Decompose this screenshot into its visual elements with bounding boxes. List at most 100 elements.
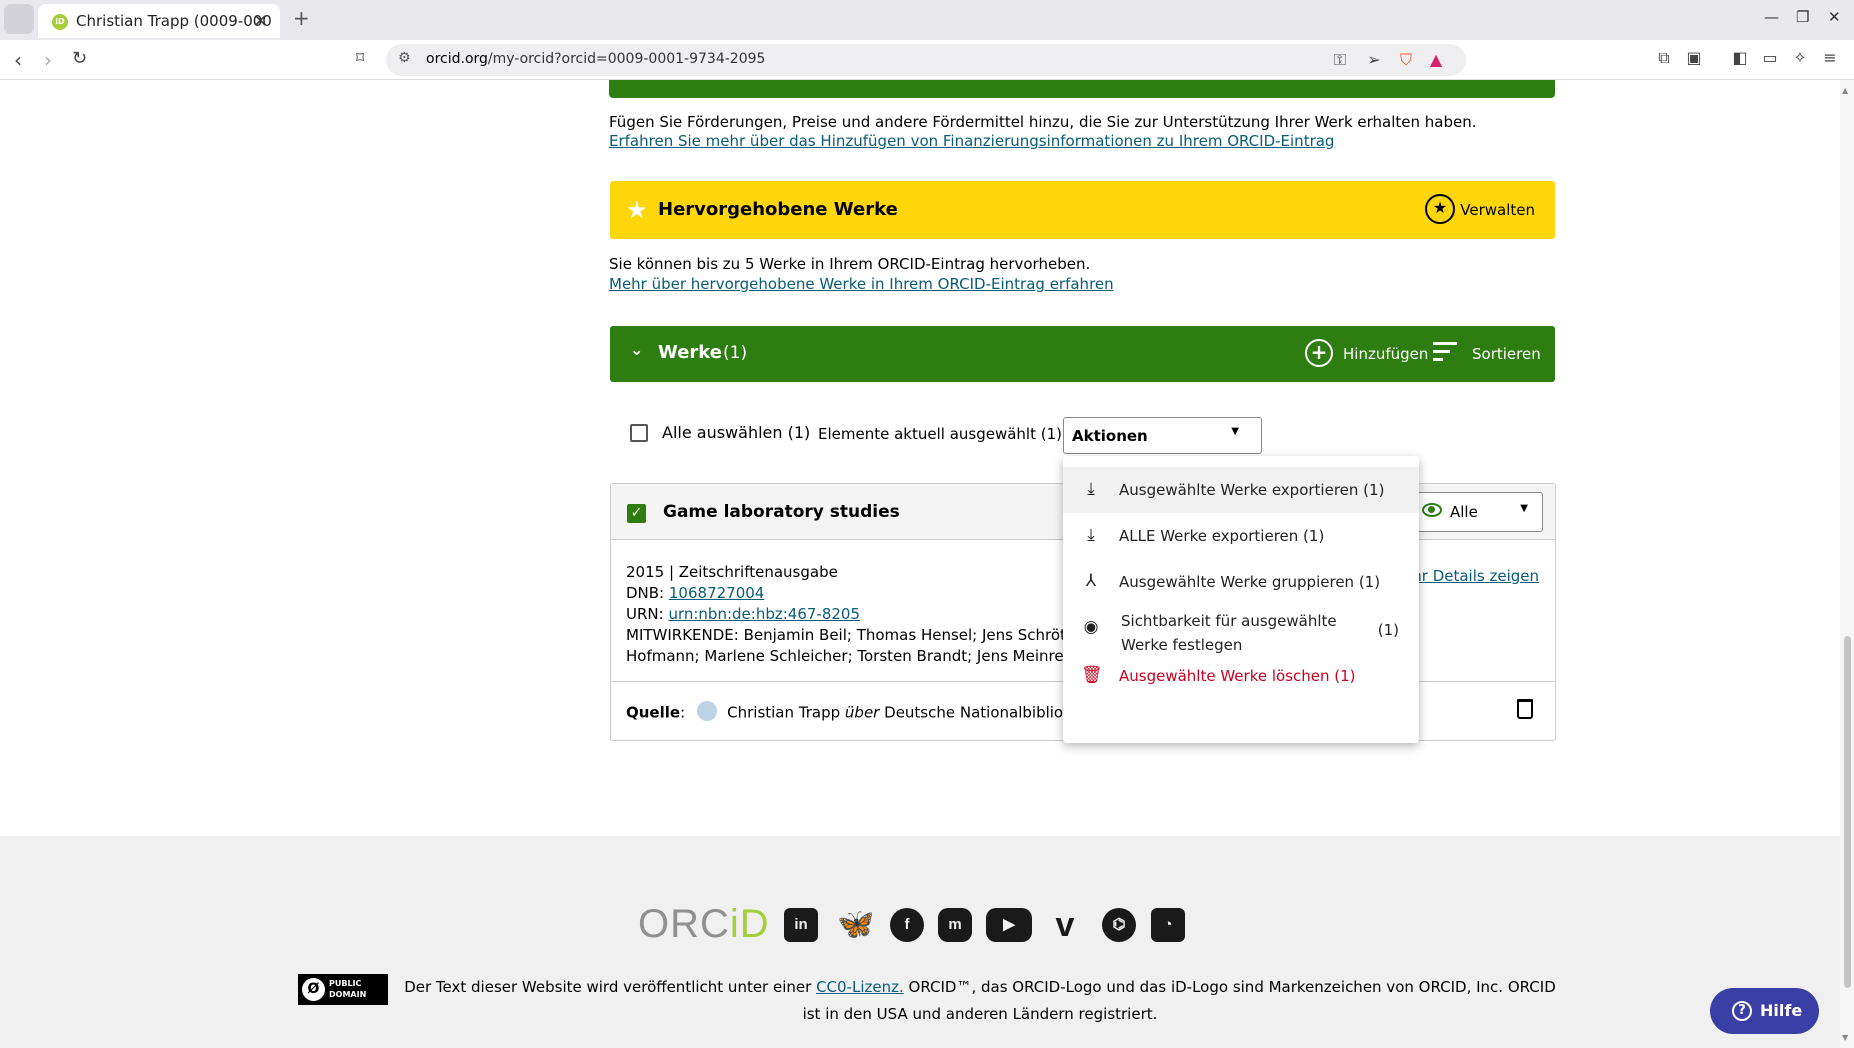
actions-dropdown[interactable]: Aktionen ▼	[1063, 417, 1262, 454]
sidebar-icon[interactable]: ◧	[1730, 48, 1750, 68]
vimeo-icon[interactable]: v	[1048, 908, 1082, 942]
show-more-details-link[interactable]: ehr Details zeigen	[1403, 567, 1539, 585]
scroll-down-icon[interactable]: ▼	[1842, 1033, 1848, 1042]
youtube-icon[interactable]: ▶	[986, 908, 1032, 942]
page-content: Fügen Sie Förderungen, Preise und andere…	[0, 80, 1840, 1048]
menu-item-export-all[interactable]: ⤓ ALLE Werke exportieren (1)	[1063, 513, 1419, 559]
eye-icon	[1422, 503, 1442, 517]
featured-works-title: Hervorgehobene Werke	[658, 199, 898, 220]
bluesky-icon[interactable]: 🦋	[837, 908, 874, 942]
extensions-icon[interactable]: ⧉	[1654, 48, 1674, 68]
restore-icon[interactable]: ❐	[1796, 8, 1809, 26]
scrollbar-thumb[interactable]	[1844, 636, 1851, 988]
selected-count-label: Elemente aktuell ausgewählt (1)	[818, 425, 1062, 443]
menu-item-set-visibility[interactable]: ◉ Sichtbarkeit für ausgewählte Werke fes…	[1063, 605, 1419, 654]
user-avatar-icon	[697, 701, 718, 721]
urn-link[interactable]: urn:nbn:de:hbz:467-8205	[668, 605, 860, 623]
reader-icon[interactable]: ▣	[1684, 48, 1704, 68]
menu-icon[interactable]: ≡	[1820, 48, 1840, 68]
work-title: Game laboratory studies	[663, 502, 900, 522]
linkedin-icon[interactable]: in	[784, 908, 818, 942]
address-bar-row: ‹ › ↻ ⌑ ⚙ orcid.org/my-orcid?orcid=0009-…	[0, 40, 1854, 80]
reload-icon[interactable]: ↻	[72, 48, 87, 69]
work-checkbox[interactable]: ✓	[627, 504, 646, 523]
sort-button[interactable]: Sortieren	[1472, 345, 1541, 363]
download-icon: ⤓	[1087, 525, 1095, 545]
scroll-up-icon[interactable]: ▲	[1842, 86, 1848, 95]
star-icon: ★	[626, 196, 648, 224]
brave-rewards-icon[interactable]: ▲	[1426, 50, 1446, 70]
bookmark-icon[interactable]: ⌑	[356, 48, 364, 67]
browser-tab-bar: iD Christian Trapp (0009-000 × + — ❐ ✕	[0, 0, 1854, 40]
select-all-label[interactable]: Alle auswählen (1)	[662, 423, 810, 442]
brave-shields-icon[interactable]: ⛉	[1396, 50, 1416, 70]
leo-ai-icon[interactable]: ✧	[1790, 48, 1810, 68]
public-domain-icon: Ø	[302, 978, 325, 1001]
back-icon[interactable]: ‹	[14, 48, 22, 72]
source-via: über	[844, 703, 880, 722]
browser-tab[interactable]: iD Christian Trapp (0009-000 ×	[38, 4, 280, 38]
wallet-icon[interactable]: ▭	[1760, 48, 1780, 68]
menu-item-group-selected[interactable]: ⅄ Ausgewählte Werke gruppieren (1)	[1063, 559, 1419, 605]
minimize-icon[interactable]: —	[1764, 8, 1779, 26]
featured-learn-more-link[interactable]: Mehr über hervorgehobene Werke in Ihrem …	[609, 275, 1114, 293]
funding-description: Fügen Sie Förderungen, Preise und andere…	[609, 113, 1477, 131]
question-icon: ?	[1732, 1001, 1752, 1021]
menu-item-label: Sichtbarkeit für ausgewählte Werke festl…	[1121, 612, 1337, 654]
menu-item-label: Ausgewählte Werke löschen (1)	[1119, 667, 1356, 685]
works-count: (1)	[723, 343, 748, 363]
dnb-link[interactable]: 1068727004	[669, 584, 764, 602]
url-field[interactable]: ⚙ orcid.org/my-orcid?orcid=0009-0001-973…	[386, 44, 1466, 76]
actions-label: Aktionen	[1072, 427, 1148, 445]
public-domain-text: PUBLIC DOMAIN	[329, 978, 366, 1000]
new-tab-button[interactable]: +	[293, 6, 310, 30]
work-urn: URN: urn:nbn:de:hbz:467-8205	[626, 605, 860, 623]
password-key-icon[interactable]: ⚿	[1330, 50, 1350, 70]
menu-item-label: ALLE Werke exportieren (1)	[1119, 527, 1325, 545]
select-all-checkbox[interactable]	[630, 424, 648, 442]
orcid-logo[interactable]: ORCiD	[638, 902, 770, 947]
add-work-button[interactable]: Hinzufügen	[1343, 345, 1428, 363]
source-colon: :	[680, 703, 686, 722]
featured-description: Sie können bis zu 5 Werke in Ihrem ORCID…	[609, 255, 1091, 273]
funding-learn-more-link[interactable]: Erfahren Sie mehr über das Hinzufügen vo…	[609, 132, 1334, 150]
manage-featured-button[interactable]: ★ Verwalten	[1409, 194, 1535, 226]
delete-work-icon[interactable]	[1517, 699, 1533, 719]
menu-item-delete-selected[interactable]: 🗑 Ausgewählte Werke löschen (1)	[1063, 653, 1419, 699]
footer-license-text: Der Text dieser Website wird veröffentli…	[400, 974, 1560, 1028]
site-info-icon[interactable]: ⚙	[398, 50, 411, 66]
merge-icon: ⅄	[1085, 571, 1097, 591]
tab-close-icon[interactable]: ×	[253, 10, 268, 31]
collapse-chevron-icon[interactable]: ⌄	[630, 340, 643, 359]
source-label: Quelle	[626, 703, 681, 722]
url-path: /my-orcid?orcid=0009-0001-9734-2095	[487, 51, 766, 67]
menu-item-export-selected[interactable]: ⤓ Ausgewählte Werke exportieren (1)	[1063, 467, 1419, 513]
help-button[interactable]: ? Hilfe	[1710, 988, 1819, 1034]
visibility-dropdown[interactable]: Alle ▼	[1411, 492, 1543, 532]
star-circle-icon: ★	[1425, 194, 1455, 224]
forward-icon[interactable]: ›	[44, 48, 52, 72]
facebook-icon[interactable]: f	[890, 908, 924, 942]
page-scrollbar[interactable]: ▲ ▼	[1840, 80, 1854, 1048]
public-domain-badge[interactable]: Ø PUBLIC DOMAIN	[298, 974, 388, 1005]
tab-overview-button[interactable]	[4, 4, 34, 34]
share-icon[interactable]: ➢	[1364, 50, 1384, 70]
github-icon[interactable]: ⌬	[1102, 908, 1136, 942]
add-circle-icon[interactable]: +	[1305, 339, 1333, 367]
logo-id: iD	[729, 902, 770, 946]
rss-icon[interactable]: ◔	[1151, 908, 1185, 942]
dropdown-arrow-icon: ▼	[1520, 503, 1528, 514]
work-contributors-1: MITWIRKENDE: Benjamin Beil; Thomas Hense…	[626, 626, 1110, 644]
work-contributors-2: Hofmann; Marlene Schleicher; Torsten Bra…	[626, 647, 1100, 665]
work-dnb: DNB: 1068727004	[626, 584, 764, 602]
mastodon-icon[interactable]: m	[938, 908, 972, 942]
sort-icon[interactable]	[1433, 342, 1457, 362]
url-host: orcid.org	[426, 51, 488, 67]
trash-icon: 🗑	[1081, 665, 1103, 685]
source-name: Christian Trapp	[727, 703, 841, 722]
menu-item-count: (1)	[1377, 621, 1399, 639]
dropdown-arrow-icon: ▼	[1231, 426, 1239, 437]
window-close-icon[interactable]: ✕	[1828, 8, 1841, 26]
cc0-license-link[interactable]: CC0-Lizenz.	[816, 978, 904, 996]
eye-icon: ◉	[1083, 617, 1099, 637]
